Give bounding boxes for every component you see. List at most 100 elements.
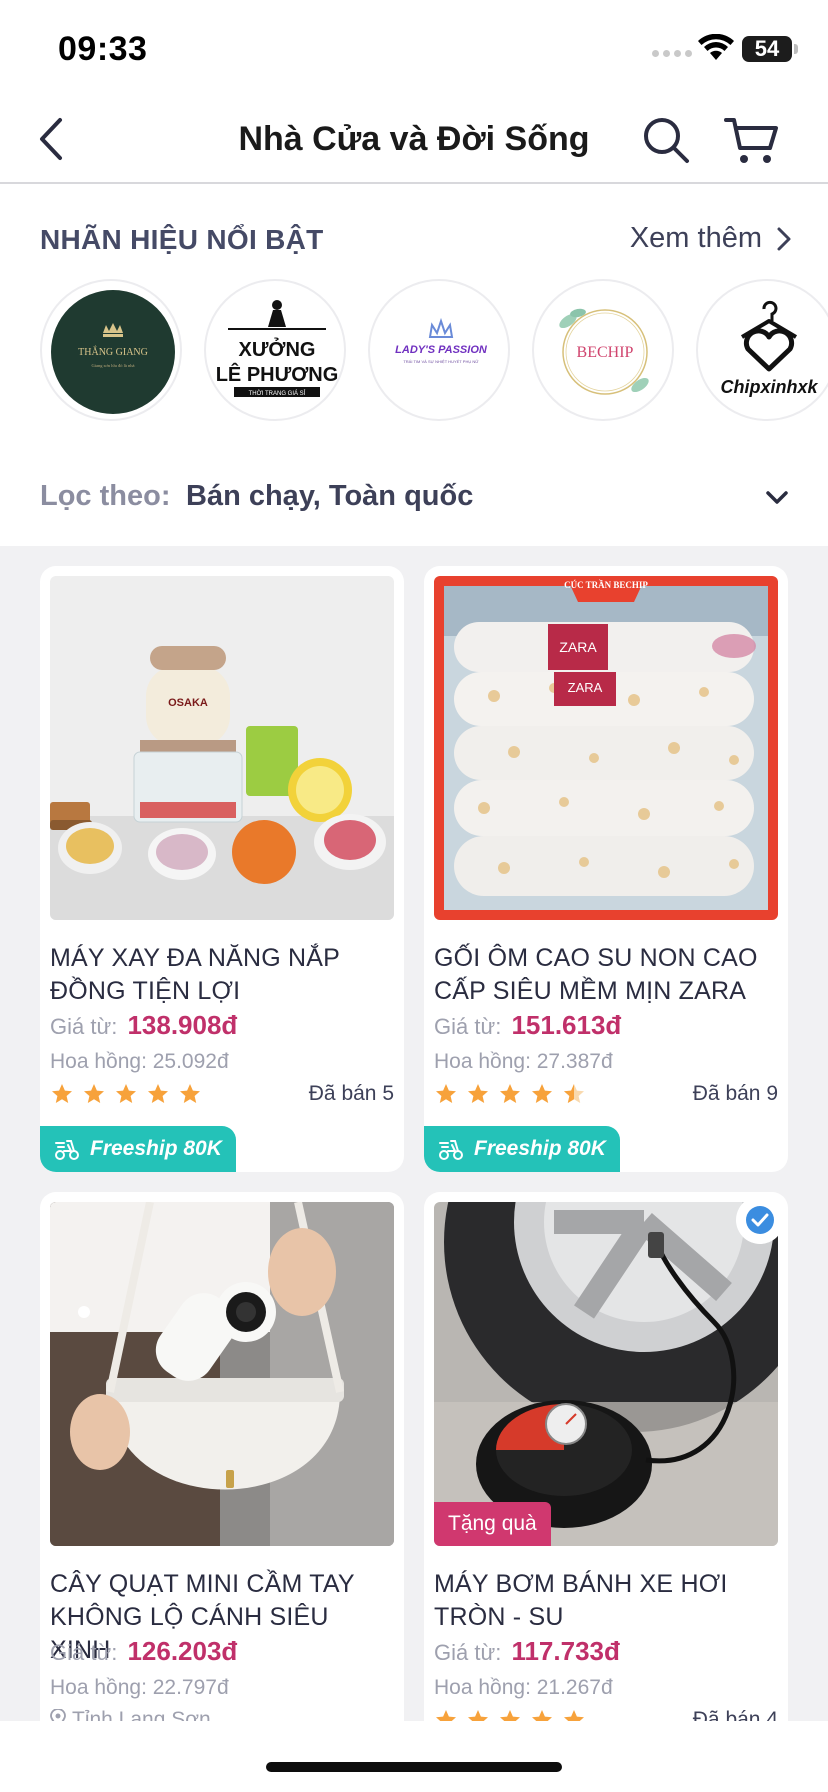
brand-item[interactable]: BECHIP xyxy=(532,279,674,421)
price-row: Giá từ: 151.613đ xyxy=(434,1010,621,1041)
commission: Hoa hồng: 27.387đ xyxy=(434,1050,613,1073)
chevron-down-icon[interactable] xyxy=(762,482,792,512)
product-image xyxy=(434,1202,778,1546)
star-icon xyxy=(436,1710,456,1721)
home-indicator-area xyxy=(0,1721,828,1792)
freeship-badge: Freeship 80K xyxy=(40,1126,236,1172)
verified-check-icon xyxy=(746,1206,774,1234)
brand-name: THẮNG GIANG xyxy=(78,345,148,358)
cellular-signal-icon xyxy=(652,50,692,57)
brand-list: THẮNG GIANG Giang sơn lửa đỏ là nhà XƯỞN… xyxy=(40,276,828,424)
page-title: Nhà Cửa và Đời Sống xyxy=(238,120,590,158)
brand-logo-chipxinhxk: Chipxinhxk xyxy=(720,300,818,397)
product-image xyxy=(50,1202,394,1546)
star-icon xyxy=(564,1710,584,1721)
location: Tỉnh Lạng Sơn xyxy=(50,1708,211,1721)
search-icon[interactable] xyxy=(640,114,692,166)
brand-name: LADY'S PASSION xyxy=(395,344,488,356)
rating-stars xyxy=(434,1708,586,1721)
brand-logo-ladys-passion: LADY'S PASSION TRÁI TIM VÀ SỰ NHIỆT HUYẾ… xyxy=(395,317,488,364)
price-label: Giá từ: xyxy=(50,1014,118,1039)
star-icon xyxy=(500,1084,520,1103)
product-card[interactable]: CÚC TRẦN BECHIP ZARA ZARA GỐI ÔM CAO SU … xyxy=(424,566,788,1172)
brand-item[interactable]: LADY'S PASSION TRÁI TIM VÀ SỰ NHIỆT HUYẾ… xyxy=(368,279,510,421)
brand-item[interactable]: THẮNG GIANG Giang sơn lửa đỏ là nhà xyxy=(40,279,182,421)
filter-label: Lọc theo: xyxy=(40,480,171,512)
price-row: Giá từ: 117.733đ xyxy=(434,1636,620,1667)
product-card[interactable]: OSAKA MÁY XAY ĐA NĂNG NẮP ĐỒNG TIỆN LỢI … xyxy=(40,566,404,1172)
status-time: 09:33 xyxy=(58,30,148,68)
svg-text:LÊ PHƯƠNG: LÊ PHƯƠNG xyxy=(216,362,339,386)
star-icon xyxy=(180,1084,200,1103)
sold-count: Đã bán 9 xyxy=(692,1082,778,1105)
chevron-right-icon xyxy=(777,227,791,250)
product-name: MÁY XAY ĐA NĂNG NẮP ĐỒNG TIỆN LỢI xyxy=(50,944,340,1005)
product-price: 117.733đ xyxy=(511,1636,620,1666)
brand-tagline: TRÁI TIM VÀ SỰ NHIỆT HUYẾT PHỤ NỮ xyxy=(403,359,479,364)
product-image: OSAKA xyxy=(50,576,394,920)
price-label: Giá từ: xyxy=(434,1014,502,1039)
price-label: Giá từ: xyxy=(434,1640,502,1665)
commission: Hoa hồng: 21.267đ xyxy=(434,1676,613,1699)
see-more-label: Xem thêm xyxy=(629,222,762,254)
brand-tagline: Giang sơn lửa đỏ là nhà xyxy=(92,363,135,368)
featured-brands-title: NHÃN HIỆU NỔI BẬT xyxy=(40,224,324,255)
star-icon xyxy=(468,1710,488,1721)
featured-brands-header: NHÃN HIỆU NỔI BẬT Xem thêm xyxy=(40,222,792,262)
gift-badge: Tặng quà xyxy=(434,1502,551,1546)
product-grid: OSAKA MÁY XAY ĐA NĂNG NẮP ĐỒNG TIỆN LỢI … xyxy=(0,546,828,1721)
half-star-icon xyxy=(564,1084,584,1103)
star-icon xyxy=(84,1084,104,1103)
star-icon xyxy=(52,1084,72,1103)
battery-tip xyxy=(794,44,798,54)
image-banner-text: CÚC TRẦN BECHIP xyxy=(564,580,648,590)
product-price: 151.613đ xyxy=(511,1010,622,1040)
product-card[interactable]: CÂY QUẠT MINI CẦM TAY KHÔNG LỘ CÁNH SIÊU… xyxy=(40,1192,404,1721)
image-brand-text: OSAKA xyxy=(168,697,208,709)
product-price: 138.908đ xyxy=(127,1010,238,1040)
brand-name: XƯỞNG xyxy=(239,337,316,361)
star-icon xyxy=(436,1084,456,1103)
commission: Hoa hồng: 25.092đ xyxy=(50,1050,229,1073)
rating-stars xyxy=(434,1082,586,1106)
delivery-scooter-icon xyxy=(439,1140,463,1160)
battery-icon: 54 xyxy=(742,36,792,62)
cart-icon[interactable] xyxy=(724,114,780,166)
brand-logo-xuong-le-phuong: XƯỞNG LÊ PHƯƠNG THỜI TRANG GIÁ SỈ xyxy=(216,300,339,397)
see-more-button[interactable]: Xem thêm xyxy=(630,222,792,255)
brand-logo-bechip: BECHIP xyxy=(559,308,649,395)
home-indicator[interactable] xyxy=(266,1762,562,1772)
product-card[interactable]: Tặng quà MÁY BƠM BÁNH XE HƠI TRÒN - SU G… xyxy=(424,1192,788,1721)
location-label: Tỉnh Lạng Sơn xyxy=(72,1708,211,1721)
location-pin-icon xyxy=(50,1708,66,1721)
star-icon xyxy=(500,1710,520,1721)
price-row: Giá từ: 138.908đ xyxy=(50,1010,237,1041)
verified-badge xyxy=(736,1196,784,1244)
star-icon xyxy=(116,1084,136,1103)
freeship-label: Freeship 80K xyxy=(90,1137,222,1160)
rating-stars xyxy=(50,1082,202,1106)
sold-count: Đã bán 4 xyxy=(692,1708,778,1721)
wifi-icon xyxy=(698,34,734,60)
filter-row[interactable]: Lọc theo: Bán chạy, Toàn quốc xyxy=(40,476,792,520)
product-name: MÁY BƠM BÁNH XE HƠI TRÒN - SU xyxy=(434,1570,728,1631)
price-row: Giá từ: 126.203đ xyxy=(50,1636,237,1667)
filter-value: Bán chạy, Toàn quốc xyxy=(186,480,474,512)
delivery-scooter-icon xyxy=(55,1140,79,1160)
commission: Hoa hồng: 22.797đ xyxy=(50,1676,229,1699)
star-icon xyxy=(532,1710,552,1721)
brand-item[interactable]: Chipxinhxk xyxy=(696,279,828,421)
brand-logo-thang-giang: THẮNG GIANG Giang sơn lửa đỏ là nhà xyxy=(51,290,175,414)
brand-name: BECHIP xyxy=(577,344,634,361)
star-icon xyxy=(532,1084,552,1103)
product-price: 126.203đ xyxy=(127,1636,238,1666)
sold-count: Đã bán 5 xyxy=(308,1082,394,1105)
brand-item[interactable]: XƯỞNG LÊ PHƯƠNG THỜI TRANG GIÁ SỈ xyxy=(204,279,346,421)
brand-name: Chipxinhxk xyxy=(720,377,818,397)
product-image: CÚC TRẦN BECHIP ZARA ZARA xyxy=(434,576,778,920)
freeship-badge: Freeship 80K xyxy=(424,1126,620,1172)
freeship-label: Freeship 80K xyxy=(474,1137,606,1160)
product-name: GỐI ÔM CAO SU NON CAO CẤP SIÊU MỀM MỊN Z… xyxy=(434,944,758,1005)
nav-bar: Nhà Cửa và Đời Sống xyxy=(0,96,828,184)
status-bar: 09:33 54 xyxy=(0,0,828,96)
